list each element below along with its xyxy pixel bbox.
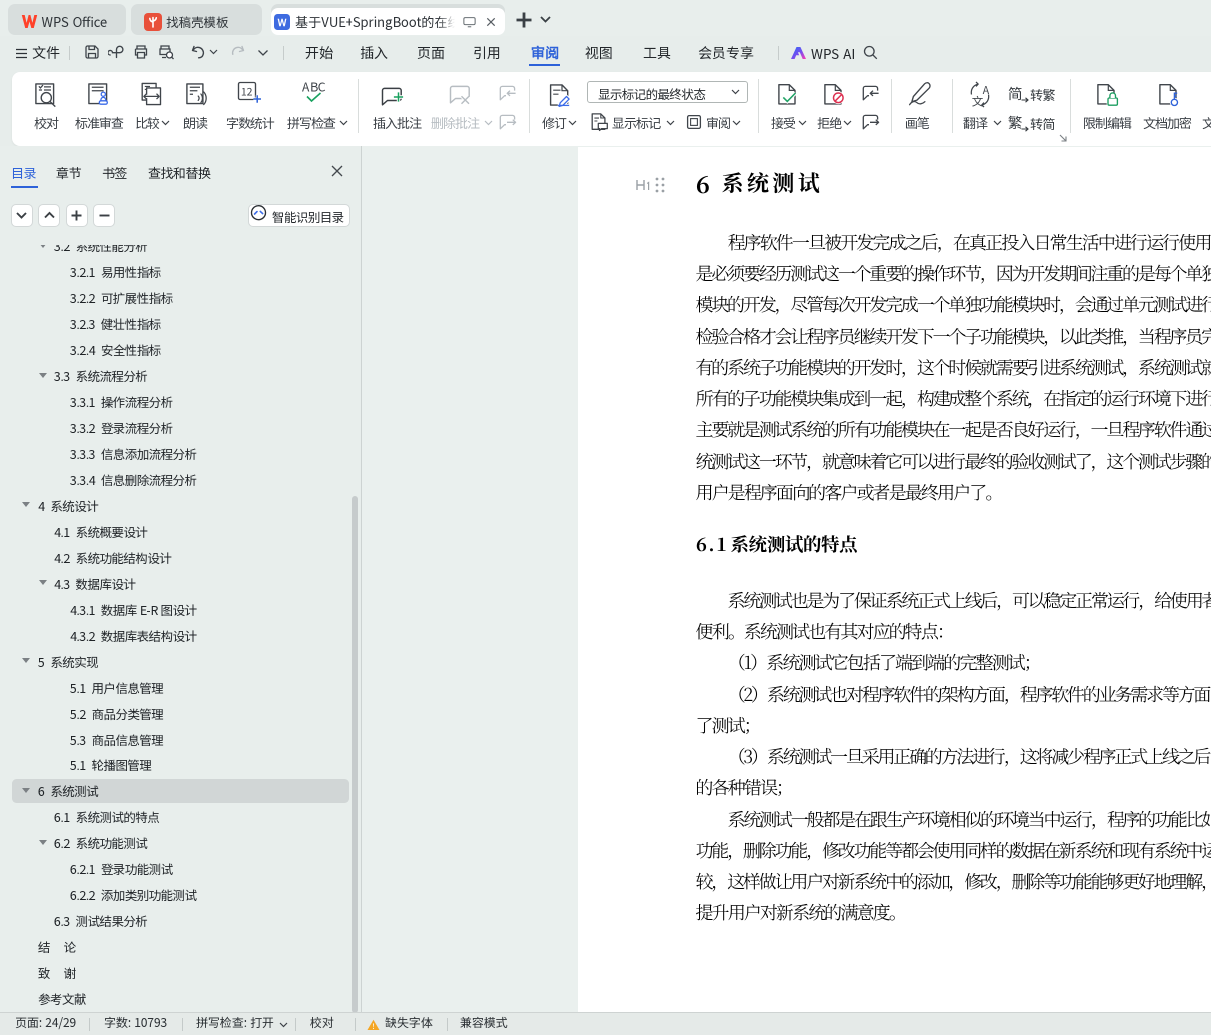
svg-text:ABC: ABC	[302, 80, 326, 96]
svg-text:12: 12	[241, 84, 253, 99]
svg-text:!: !	[372, 1020, 375, 1031]
svg-text:W: W	[278, 14, 287, 29]
